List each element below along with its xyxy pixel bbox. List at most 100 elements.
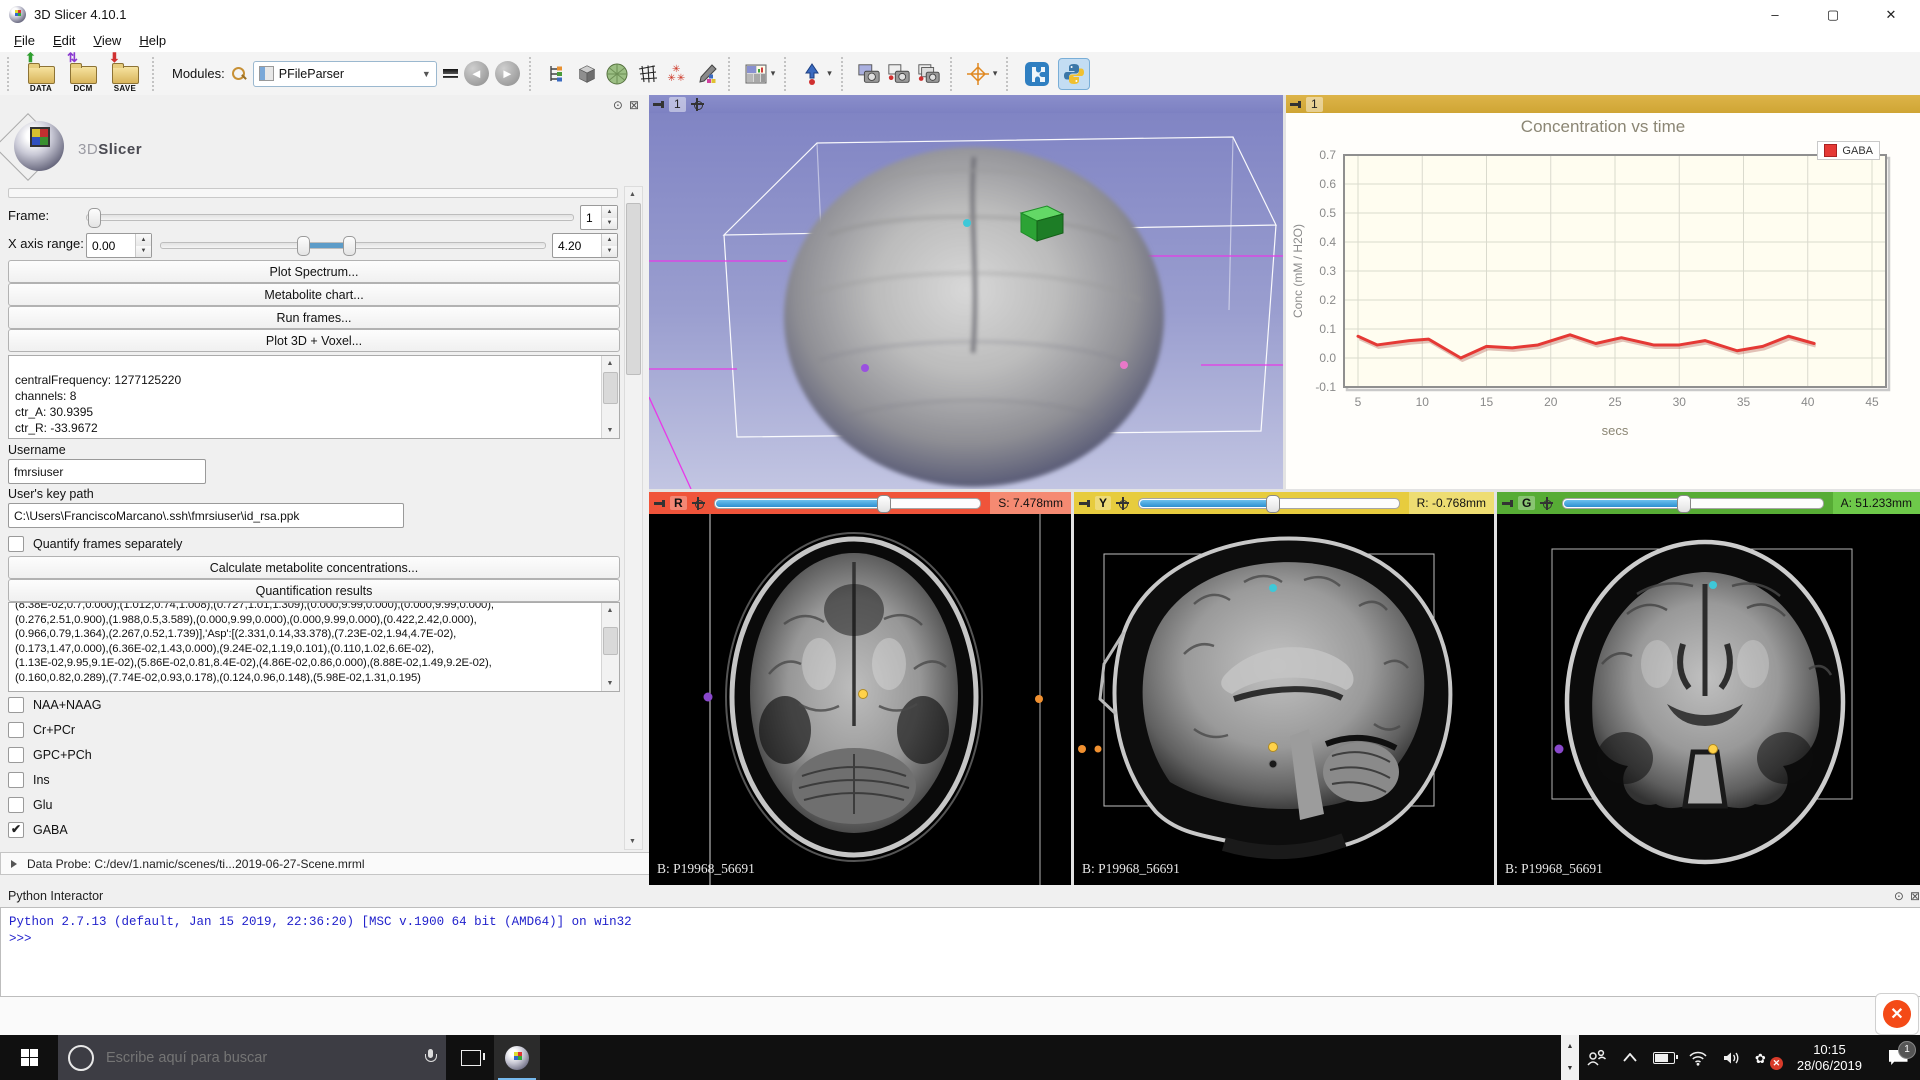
gpc-pch-checkbox[interactable] (8, 747, 24, 763)
taskbar-clock[interactable]: 10:15 28/06/2019 (1783, 1042, 1876, 1074)
markups-icon[interactable]: ✳✳✳ (665, 61, 689, 87)
maximize-button[interactable]: ▢ (1804, 0, 1862, 29)
fiducial-dark[interactable] (1269, 760, 1277, 768)
fiducial-pink[interactable] (1120, 361, 1128, 369)
quantification-results-button[interactable]: Quantification results (8, 579, 620, 602)
glu-checkbox[interactable] (8, 797, 24, 813)
action-center-button[interactable]: 1 (1876, 1050, 1920, 1065)
green-slice-view[interactable]: G A: 51.233mm (1497, 492, 1920, 885)
pin-icon[interactable] (1290, 101, 1301, 108)
module-panel-toggle-icon[interactable] (443, 68, 458, 80)
crosshair-icon[interactable] (1540, 497, 1553, 510)
header-info-textarea[interactable]: centralFrequency: 1277125220 channels: 8… (8, 355, 620, 439)
naa-naag-checkbox[interactable] (8, 697, 24, 713)
xrange-slider[interactable] (160, 242, 546, 249)
crosshair-icon[interactable] (1116, 497, 1129, 510)
fiducial-purple[interactable] (1555, 745, 1564, 754)
scene-view-restore-icon[interactable] (917, 61, 941, 87)
load-data-button[interactable]: ⬆ DATA (23, 55, 59, 93)
transforms-icon[interactable] (635, 61, 659, 87)
chart-view[interactable]: 1 Concentration vs time 5101520253035404… (1286, 95, 1920, 489)
menu-view[interactable]: View (85, 31, 129, 50)
axial-mri-image[interactable] (649, 514, 1071, 885)
spin-down-icon[interactable]: ▼ (602, 246, 617, 258)
yellow-slice-offset-slider[interactable] (1138, 498, 1400, 509)
taskbar-slicer-button[interactable] (494, 1035, 540, 1080)
volume-rendering-icon[interactable] (575, 61, 599, 87)
layout-selector-icon[interactable] (744, 61, 768, 87)
red-slice-offset-slider[interactable] (714, 498, 982, 509)
panel-popup-icon[interactable]: ⊙ (613, 98, 623, 112)
pin-icon[interactable] (654, 500, 665, 507)
red-slice-view[interactable]: R S: 7.478mm (649, 492, 1071, 885)
minimize-button[interactable]: – (1746, 0, 1804, 29)
xrange-handle-min[interactable] (297, 236, 310, 256)
fiducial-purple[interactable] (861, 364, 869, 372)
module-search-icon[interactable] (231, 66, 247, 82)
xrange-min-spinbox[interactable]: ▲▼ (86, 233, 152, 258)
pin-icon[interactable] (1502, 500, 1513, 507)
extensions-manager-button[interactable] (1022, 59, 1052, 89)
spin-up-icon[interactable]: ▲ (136, 234, 151, 246)
start-button[interactable] (0, 1035, 58, 1080)
module-selector-combobox[interactable]: PFileParser ▼ (253, 61, 437, 87)
python-console-button[interactable] (1058, 58, 1090, 90)
subject-hierarchy-icon[interactable] (545, 61, 569, 87)
info-scrollbar[interactable]: ▲ ▼ (601, 356, 619, 438)
threeD-render[interactable] (649, 95, 1283, 489)
volume-icon[interactable] (1715, 1035, 1749, 1080)
pin-icon[interactable] (653, 101, 664, 108)
fiducial-purple[interactable] (704, 693, 713, 702)
show-hidden-icons-chevron[interactable] (1613, 1035, 1647, 1080)
microphone-icon[interactable] (424, 1049, 436, 1066)
save-data-button[interactable]: ⬇ SAVE (107, 55, 143, 93)
spin-up-icon[interactable]: ▲ (602, 206, 617, 218)
spin-up-icon[interactable]: ▲ (602, 234, 617, 246)
module-forward-button[interactable]: ► (495, 61, 520, 86)
quantify-frames-checkbox[interactable] (8, 536, 24, 552)
fiducial-cyan[interactable] (963, 219, 971, 227)
data-probe-bar[interactable]: Data Probe: C:/dev/1.namic/scenes/ti...2… (0, 852, 658, 875)
scroll-down-icon[interactable]: ▼ (1561, 1058, 1579, 1080)
module-panel-scrollbar[interactable]: ▲ ▼ (624, 186, 643, 850)
fiducial-orange[interactable] (1095, 746, 1102, 753)
close-button[interactable]: ✕ (1862, 0, 1920, 29)
fiducial-yellow[interactable] (1709, 745, 1718, 754)
taskbar-scroll-widget[interactable]: ▲ ▼ (1561, 1035, 1579, 1080)
green-slice-offset-slider[interactable] (1562, 498, 1823, 509)
models-icon[interactable] (605, 61, 629, 87)
fiducial-cyan[interactable] (1709, 581, 1717, 589)
scroll-up-icon[interactable]: ▲ (602, 603, 618, 618)
coronal-mri-image[interactable] (1497, 514, 1920, 885)
plot-3d-voxel-button[interactable]: Plot 3D + Voxel... (8, 329, 620, 352)
search-input[interactable] (104, 1049, 414, 1067)
ins-checkbox[interactable] (8, 772, 24, 788)
screenshot-icon[interactable] (857, 61, 881, 87)
fiducial-yellow[interactable] (1269, 743, 1278, 752)
panel-close-icon[interactable]: ⊠ (629, 98, 639, 112)
scroll-up-icon[interactable]: ▲ (625, 187, 640, 202)
python-console[interactable]: Python 2.7.13 (default, Jan 15 2019, 22:… (0, 907, 1920, 997)
module-back-button[interactable]: ◄ (464, 61, 489, 86)
username-field[interactable] (8, 459, 206, 484)
navigation-icon[interactable] (800, 61, 824, 87)
taskbar-search-box[interactable] (58, 1035, 446, 1080)
run-frames-button[interactable]: Run frames... (8, 306, 620, 329)
panel-close-icon[interactable]: ⊠ (1910, 889, 1920, 903)
scene-view-capture-icon[interactable] (887, 61, 911, 87)
load-dicom-button[interactable]: ⇅ DCM (65, 55, 101, 93)
scroll-down-icon[interactable]: ▼ (602, 676, 618, 691)
scroll-down-icon[interactable]: ▼ (625, 834, 640, 849)
people-icon[interactable] (1579, 1035, 1613, 1080)
scroll-up-icon[interactable]: ▲ (1561, 1035, 1579, 1058)
crosshair-icon[interactable] (691, 98, 704, 111)
frame-slider[interactable] (86, 214, 574, 221)
yellow-slice-view[interactable]: Y R: -0.768mm (1074, 492, 1494, 885)
keypath-field[interactable] (8, 503, 404, 528)
calculate-concentrations-button[interactable]: Calculate metabolite concentrations... (8, 556, 620, 579)
menu-help[interactable]: Help (131, 31, 174, 50)
task-view-button[interactable] (448, 1035, 494, 1080)
cr-pcr-checkbox[interactable] (8, 722, 24, 738)
frame-spinbox[interactable]: ▲▼ (580, 205, 618, 230)
menu-file[interactable]: File (6, 31, 43, 50)
